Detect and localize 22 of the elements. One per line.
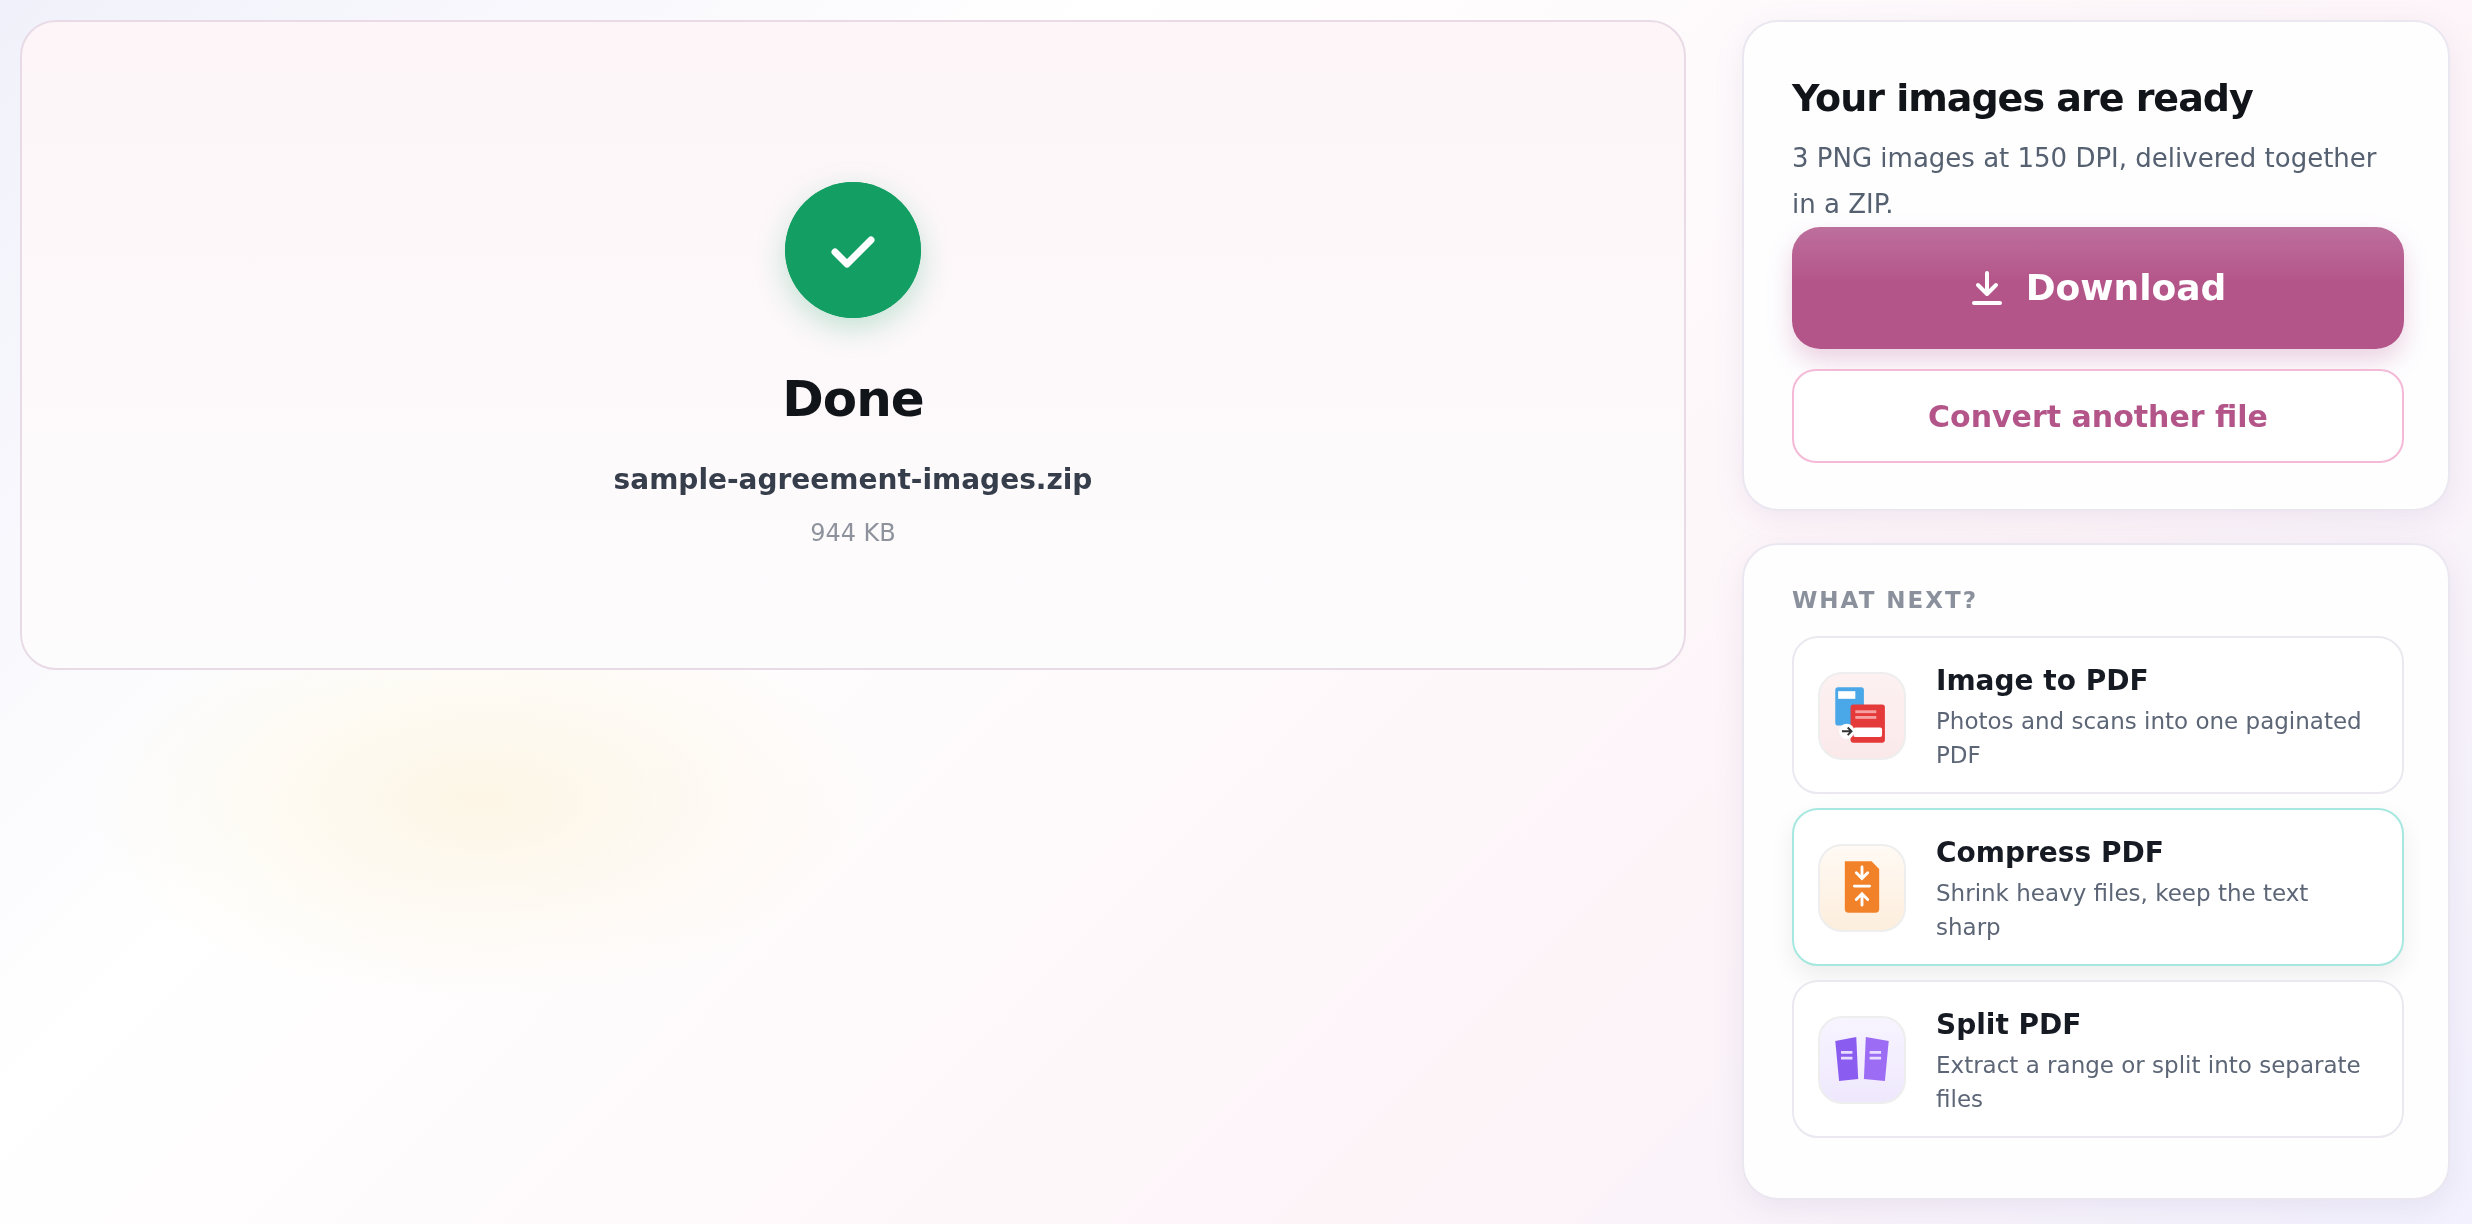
compress-file-icon [1818, 843, 1906, 932]
download-button[interactable]: Download [1792, 227, 2404, 349]
split-files-icon [1818, 1015, 1906, 1104]
tool-item[interactable]: Image to PDF Photos and scans into one paginated PDF [1792, 635, 2404, 794]
tool-title: Image to PDF [1936, 662, 2150, 699]
result-title: Done [782, 369, 924, 430]
tool-title: Split PDF [1936, 1006, 2083, 1043]
download-icon [1969, 270, 2004, 306]
tool-description: Extract a range or split into separate files [1936, 1050, 2362, 1114]
section-heading: WHAT NEXT? [1792, 586, 1980, 615]
tool-item[interactable]: Compress PDF Shrink heavy files, keep the text sharp [1792, 807, 2404, 966]
file-size: 944 KB [810, 518, 896, 549]
ready-title: Your images are ready [1792, 75, 2254, 122]
tool-title: Compress PDF [1936, 834, 2165, 871]
tool-item[interactable]: Split PDF Extract a range or split into separate files [1792, 979, 2404, 1138]
convert-another-button[interactable]: Convert another file [1792, 369, 2404, 463]
file-name: sample-agreement-images.zip [613, 462, 1093, 498]
ready-description: 3 PNG images at 150 DPI, delivered together in a ZIP. [1792, 142, 2378, 221]
tool-description: Shrink heavy files, keep the text sharp [1936, 878, 2310, 942]
tool-description: Photos and scans into one paginated PDF [1936, 706, 2363, 770]
image-to-pdf-icon [1818, 671, 1906, 760]
check-icon [785, 182, 921, 318]
